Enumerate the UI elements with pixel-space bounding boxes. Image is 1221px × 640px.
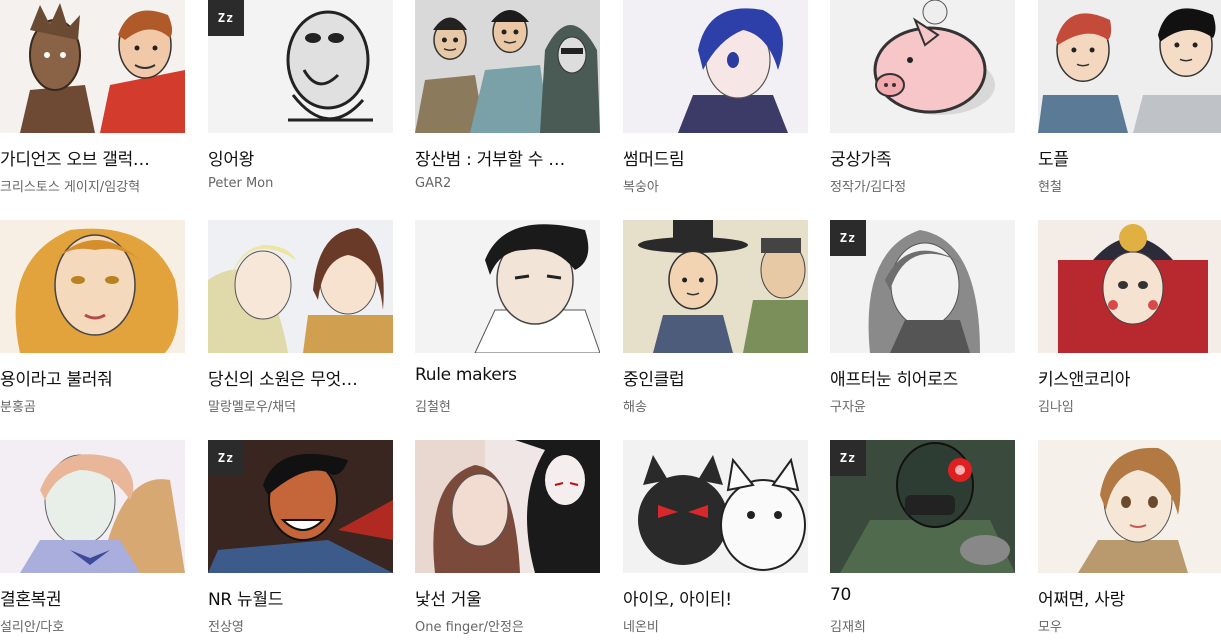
webtoon-title[interactable]: 장산범 : 거부할 수 …	[415, 145, 600, 170]
webtoon-card[interactable]: Zz 70 김재희	[830, 440, 1015, 640]
webtoon-card[interactable]: Zz 중인클럽해송	[623, 220, 808, 420]
webtoon-title[interactable]: 낯선 거울	[415, 585, 600, 610]
webtoon-title[interactable]: 70	[830, 585, 1015, 605]
webtoon-thumbnail[interactable]: Zz	[830, 0, 1015, 133]
webtoon-thumbnail[interactable]: Zz	[623, 220, 808, 353]
webtoon-thumbnail[interactable]: Zz	[208, 0, 393, 133]
webtoon-card[interactable]: Zz 애프터눈 히어로즈구자윤	[830, 220, 1015, 420]
webtoon-card[interactable]: Zz 장산범 : 거부할 수 … GAR2	[415, 0, 600, 200]
rest-badge-icon: Zz	[830, 220, 866, 256]
webtoon-card[interactable]: Zz 썸머드림복숭아	[623, 0, 808, 200]
webtoon-thumbnail[interactable]: Zz	[623, 0, 808, 133]
webtoon-author: One finger/안정은	[415, 620, 524, 635]
webtoon-card[interactable]: Zz 궁상가족정작가/김다정	[830, 0, 1015, 200]
webtoon-author: 김나임	[1038, 400, 1074, 415]
webtoon-card[interactable]: Zz 잉어왕 Peter Mon	[208, 0, 393, 200]
webtoon-title[interactable]: Rule makers	[415, 365, 600, 385]
webtoon-author: 정작가/김다정	[830, 180, 907, 195]
rest-badge-icon: Zz	[208, 440, 244, 476]
webtoon-title[interactable]: 어쩌면, 사랑	[1038, 585, 1221, 610]
webtoon-author: 현철	[1038, 180, 1062, 195]
webtoon-card[interactable]: Zz NR 뉴월드전상영	[208, 440, 393, 640]
webtoon-title[interactable]: 잉어왕	[208, 145, 393, 170]
webtoon-author: 해송	[623, 400, 647, 415]
webtoon-card[interactable]: Zz 가디언즈 오브 갤럭… 크리스토스 게이지/임강혁	[0, 0, 185, 200]
webtoon-card[interactable]: Zz 낯선 거울 One finger/안정은	[415, 440, 600, 640]
webtoon-author: 전상영	[208, 620, 244, 635]
webtoon-thumbnail[interactable]: Zz	[1038, 0, 1221, 133]
webtoon-title[interactable]: 아이오, 아이티!	[623, 585, 808, 610]
webtoon-author: 김철현	[415, 400, 451, 415]
webtoon-thumbnail[interactable]: Zz	[415, 440, 600, 573]
webtoon-thumbnail[interactable]: Zz	[415, 220, 600, 353]
webtoon-thumbnail[interactable]: Zz	[830, 220, 1015, 353]
webtoon-title[interactable]: NR 뉴월드	[208, 585, 393, 610]
webtoon-author: GAR2	[415, 176, 452, 191]
webtoon-title[interactable]: 썸머드림	[623, 145, 808, 170]
webtoon-thumbnail[interactable]: Zz	[1038, 440, 1221, 573]
webtoon-thumbnail[interactable]: Zz	[415, 0, 600, 133]
webtoon-title[interactable]: 도플	[1038, 145, 1221, 170]
webtoon-author: 김재희	[830, 620, 866, 635]
webtoon-grid: Zz 가디언즈 오브 갤럭… 크리스토스 게이지/임강혁 Zz 잉어왕 Peter Mo…	[0, 0, 1221, 636]
webtoon-author: 설리안/다호	[0, 620, 65, 635]
rest-badge-icon: Zz	[208, 0, 244, 36]
rest-badge-icon: Zz	[830, 440, 866, 476]
webtoon-title[interactable]: 중인클럽	[623, 365, 808, 390]
webtoon-title[interactable]: 키스앤코리아	[1038, 365, 1221, 390]
webtoon-author: Peter Mon	[208, 176, 274, 191]
webtoon-card[interactable]: Zz 아이오, 아이티! 네온비	[623, 440, 808, 640]
webtoon-thumbnail[interactable]: Zz	[0, 0, 185, 133]
webtoon-thumbnail[interactable]: Zz	[0, 440, 185, 573]
webtoon-card[interactable]: Zz 도플현철	[1038, 0, 1221, 200]
webtoon-thumbnail[interactable]: Zz	[623, 440, 808, 573]
webtoon-author: 말랑멜로우/채덕	[208, 400, 297, 415]
webtoon-author: 모우	[1038, 620, 1062, 635]
webtoon-card[interactable]: Zz 당신의 소원은 무엇… 말랑멜로우/채덕	[208, 220, 393, 420]
webtoon-thumbnail[interactable]: Zz	[830, 440, 1015, 573]
webtoon-thumbnail[interactable]: Zz	[0, 220, 185, 353]
webtoon-author: 네온비	[623, 620, 659, 635]
webtoon-card[interactable]: Zz 어쩌면, 사랑모우	[1038, 440, 1221, 640]
webtoon-card[interactable]: Zz 결혼복권설리안/다호	[0, 440, 185, 640]
webtoon-title[interactable]: 궁상가족	[830, 145, 1015, 170]
webtoon-title[interactable]: 애프터눈 히어로즈	[830, 365, 1015, 390]
webtoon-author: 구자윤	[830, 400, 866, 415]
webtoon-thumbnail[interactable]: Zz	[208, 440, 393, 573]
webtoon-card[interactable]: Zz Rule makers 김철현	[415, 220, 600, 420]
webtoon-card[interactable]: Zz 용이라고 불러줘분홍곰	[0, 220, 185, 420]
webtoon-card[interactable]: Zz 키스앤코리아김나임	[1038, 220, 1221, 420]
webtoon-title[interactable]: 가디언즈 오브 갤럭…	[0, 145, 185, 170]
webtoon-title[interactable]: 용이라고 불러줘	[0, 365, 185, 390]
webtoon-title[interactable]: 당신의 소원은 무엇…	[208, 365, 393, 390]
webtoon-author: 크리스토스 게이지/임강혁	[0, 180, 141, 195]
webtoon-thumbnail[interactable]: Zz	[208, 220, 393, 353]
webtoon-author: 복숭아	[623, 180, 659, 195]
webtoon-title[interactable]: 결혼복권	[0, 585, 185, 610]
webtoon-thumbnail[interactable]: Zz	[1038, 220, 1221, 353]
webtoon-author: 분홍곰	[0, 400, 36, 415]
